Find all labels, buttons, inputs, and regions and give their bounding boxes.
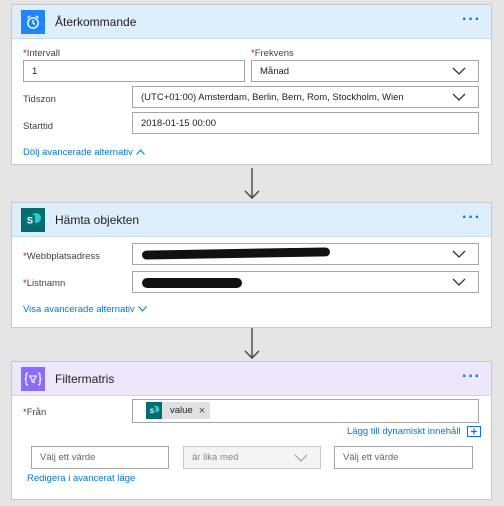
frequency-label: *Frekvens bbox=[251, 48, 294, 59]
show-advanced-link[interactable]: Visa avancerade alternativ bbox=[23, 304, 147, 315]
svg-text:S: S bbox=[150, 409, 154, 415]
interval-input[interactable]: 1 bbox=[23, 60, 245, 82]
recurrence-title: Återkommande bbox=[55, 15, 137, 29]
chevron-down-icon bbox=[452, 93, 466, 101]
recurrence-header[interactable]: Återkommande ··· bbox=[12, 5, 491, 39]
filter-array-icon bbox=[21, 367, 45, 391]
token-label: value bbox=[170, 405, 193, 416]
add-dynamic-content-link[interactable]: Lägg till dynamiskt innehåll bbox=[347, 426, 482, 437]
chevron-down-icon bbox=[137, 306, 147, 313]
sharepoint-icon: S bbox=[146, 402, 162, 419]
flow-arrow-icon bbox=[244, 328, 260, 359]
chevron-down-icon bbox=[452, 67, 466, 75]
add-box-icon bbox=[467, 426, 482, 437]
more-options-icon[interactable]: ··· bbox=[462, 368, 481, 386]
svg-text:S: S bbox=[27, 216, 33, 226]
edit-advanced-mode-link[interactable]: Redigera i avancerat läge bbox=[27, 473, 135, 484]
get-items-header[interactable]: S Hämta objekten ··· bbox=[12, 203, 491, 237]
token-remove-icon[interactable]: × bbox=[199, 405, 210, 417]
interval-label: *Intervall bbox=[23, 48, 60, 59]
filter-array-title: Filtermatris bbox=[55, 372, 115, 386]
hide-advanced-link[interactable]: Dölj avancerade alternativ bbox=[23, 147, 145, 158]
chevron-down-icon bbox=[452, 250, 466, 258]
list-name-label: *Listnamn bbox=[23, 278, 66, 289]
flow-arrow-icon bbox=[244, 168, 260, 199]
starttime-input[interactable]: 2018-01-15 00:00 bbox=[132, 112, 479, 134]
sharepoint-icon: S bbox=[21, 208, 45, 232]
left-value-input[interactable]: Välj ett värde bbox=[31, 446, 169, 469]
right-value-input[interactable]: Välj ett värde bbox=[334, 446, 473, 469]
filter-array-card: Filtermatris ··· *Från S value × Lägg ti… bbox=[11, 361, 492, 500]
chevron-down-icon bbox=[294, 454, 308, 462]
timezone-dropdown[interactable]: (UTC+01:00) Amsterdam, Berlin, Bern, Rom… bbox=[132, 86, 479, 108]
from-label: *Från bbox=[23, 407, 47, 418]
get-items-card: S Hämta objekten ··· *Webbplatsadress *L… bbox=[11, 202, 492, 328]
filter-array-header[interactable]: Filtermatris ··· bbox=[12, 362, 491, 396]
chevron-up-icon bbox=[135, 149, 145, 156]
get-items-title: Hämta objekten bbox=[55, 213, 140, 227]
starttime-label: Starttid bbox=[23, 121, 54, 132]
operator-dropdown[interactable]: är lika med bbox=[183, 446, 321, 469]
more-options-icon[interactable]: ··· bbox=[462, 209, 481, 227]
dynamic-token-value[interactable]: S value × bbox=[146, 402, 211, 419]
site-address-label: *Webbplatsadress bbox=[23, 251, 100, 262]
more-options-icon[interactable]: ··· bbox=[462, 11, 481, 29]
frequency-dropdown[interactable]: Månad bbox=[251, 60, 479, 82]
timezone-label: Tidszon bbox=[23, 94, 56, 105]
alarm-clock-icon bbox=[21, 10, 45, 34]
redacted-list-name bbox=[142, 278, 242, 288]
chevron-down-icon bbox=[452, 278, 466, 286]
recurrence-card: Återkommande ··· *Intervall 1 *Frekvens … bbox=[11, 4, 492, 165]
